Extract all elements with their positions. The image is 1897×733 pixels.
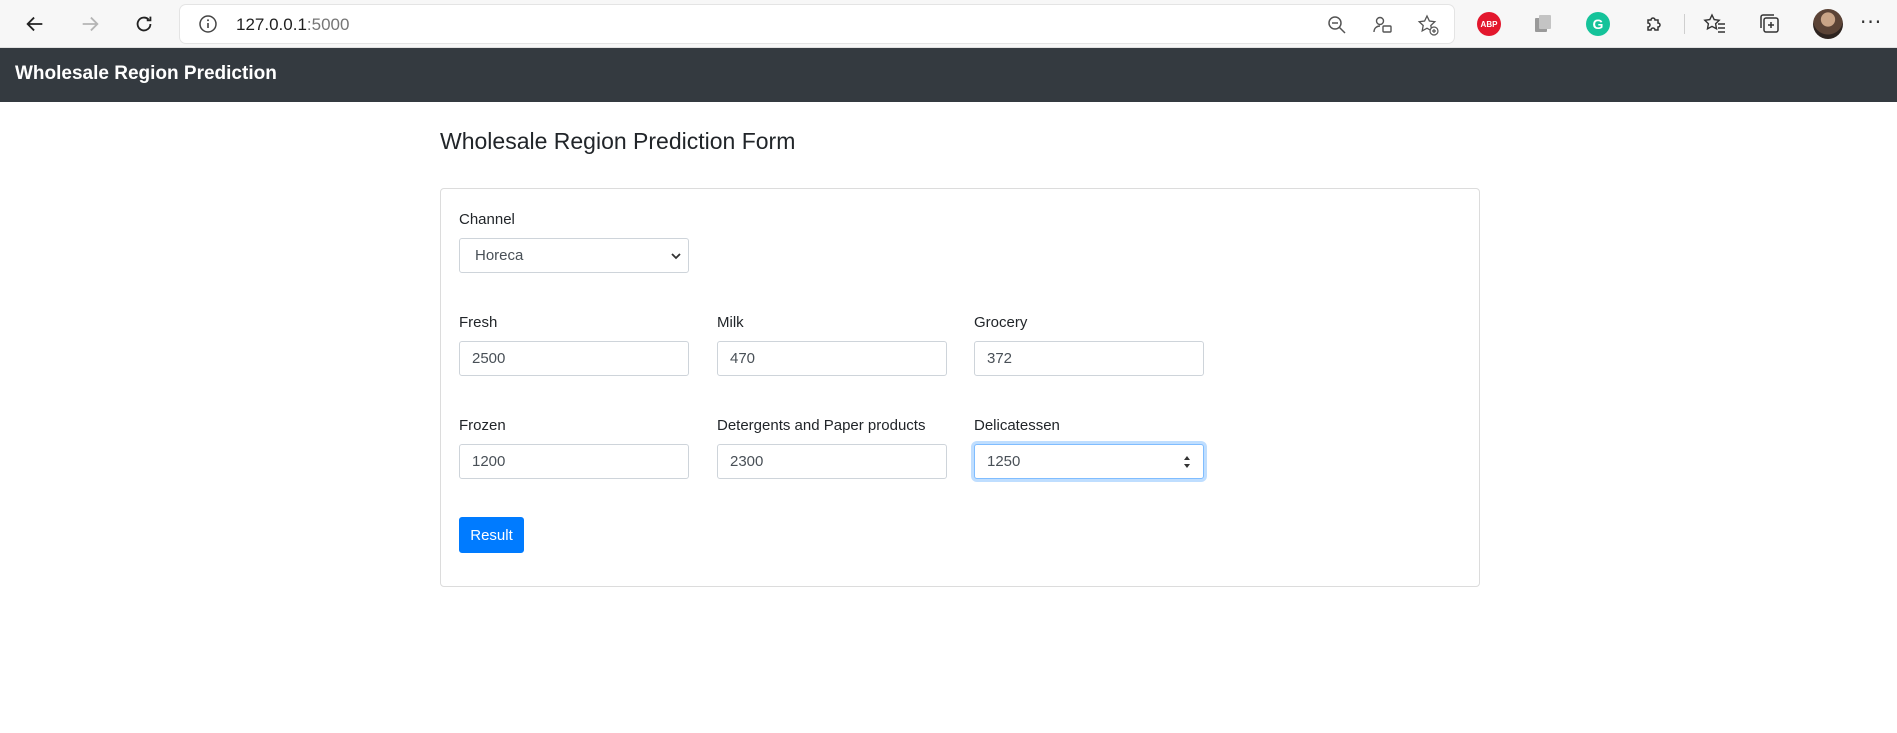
frozen-label: Frozen: [459, 417, 506, 434]
channel-selected-value: Horeca: [475, 247, 524, 264]
url-text[interactable]: 127.0.0.1:5000: [236, 15, 349, 35]
back-button[interactable]: [19, 8, 51, 40]
refresh-button[interactable]: [128, 8, 160, 40]
collections-extension-icon[interactable]: [1531, 12, 1555, 36]
chevron-down-icon: [671, 253, 681, 260]
favorites-icon[interactable]: [1703, 12, 1727, 36]
more-options-icon[interactable]: ···: [1860, 10, 1882, 34]
browser-toolbar: 127.0.0.1:5000 ABP G ···: [0, 0, 1897, 48]
page-title: Wholesale Region Prediction Form: [440, 128, 796, 154]
extensions-puzzle-icon[interactable]: [1642, 12, 1666, 36]
delicatessen-label: Delicatessen: [974, 417, 1060, 434]
toolbar-separator: [1684, 14, 1685, 34]
delicatessen-input[interactable]: 1250: [974, 444, 1204, 479]
collections-icon[interactable]: [1758, 12, 1782, 36]
milk-label: Milk: [717, 314, 744, 331]
profile-avatar[interactable]: [1813, 9, 1843, 39]
fresh-label: Fresh: [459, 314, 498, 331]
info-icon[interactable]: [198, 14, 218, 34]
grammarly-extension-icon[interactable]: G: [1586, 12, 1610, 36]
arrow-right-icon: [82, 16, 99, 32]
detergents-label: Detergents and Paper products: [717, 417, 926, 434]
url-host: 127.0.0.1: [236, 15, 307, 34]
grocery-label: Grocery: [974, 314, 1028, 331]
detergents-input[interactable]: 2300: [717, 444, 947, 479]
navbar-brand[interactable]: Wholesale Region Prediction: [15, 63, 277, 85]
delicatessen-value: 1250: [987, 453, 1021, 470]
app-navbar: Wholesale Region Prediction: [0, 48, 1897, 102]
adblock-extension-icon[interactable]: ABP: [1477, 12, 1501, 36]
address-bar[interactable]: 127.0.0.1:5000: [180, 5, 1454, 43]
fresh-input[interactable]: 2500: [459, 341, 689, 376]
grocery-input[interactable]: 372: [974, 341, 1204, 376]
frozen-input[interactable]: 1200: [459, 444, 689, 479]
add-favorite-icon[interactable]: [1417, 14, 1439, 36]
zoom-out-icon[interactable]: [1326, 14, 1348, 36]
number-spinner-icon[interactable]: [1183, 453, 1191, 471]
result-button[interactable]: Result: [459, 517, 524, 553]
url-port: :5000: [306, 15, 350, 34]
arrow-left-icon: [26, 16, 43, 32]
milk-input[interactable]: 470: [717, 341, 947, 376]
forward-button[interactable]: [74, 8, 106, 40]
refresh-icon: [136, 16, 152, 32]
profile-lock-icon[interactable]: [1372, 14, 1394, 36]
channel-select[interactable]: Horeca: [459, 238, 689, 273]
channel-label: Channel: [459, 211, 515, 228]
